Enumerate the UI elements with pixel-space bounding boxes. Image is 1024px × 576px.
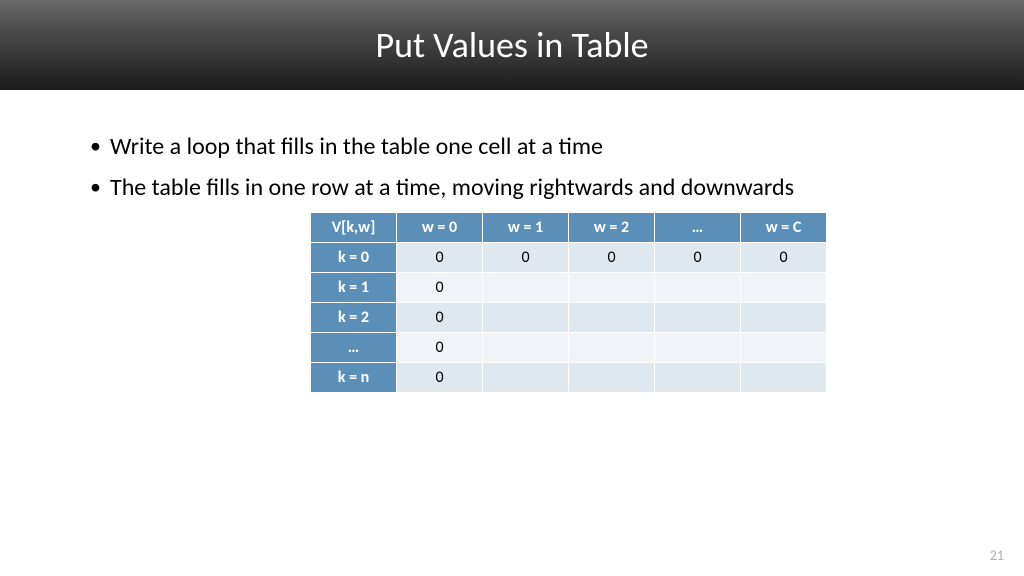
table-header-cell: w = 1 bbox=[483, 212, 569, 242]
table-cell: 0 bbox=[397, 272, 483, 302]
table-row: k = n 0 bbox=[311, 362, 827, 392]
slide-header: Put Values in Table bbox=[0, 0, 1024, 90]
table-cell: 0 bbox=[397, 362, 483, 392]
table-cell bbox=[483, 362, 569, 392]
table-cell bbox=[569, 332, 655, 362]
table-cell: 0 bbox=[655, 242, 741, 272]
table-cell bbox=[483, 302, 569, 332]
table-header-cell: w = 0 bbox=[397, 212, 483, 242]
table-row-header: k = 2 bbox=[311, 302, 397, 332]
table-cell bbox=[483, 272, 569, 302]
table-cell: 0 bbox=[569, 242, 655, 272]
table-row: k = 1 0 bbox=[311, 272, 827, 302]
table-cell bbox=[569, 362, 655, 392]
table-cell: 0 bbox=[397, 242, 483, 272]
table-cell: 0 bbox=[397, 302, 483, 332]
bullet-item: Write a loop that fills in the table one… bbox=[90, 130, 964, 165]
table-cell bbox=[655, 272, 741, 302]
table-cell: 0 bbox=[483, 242, 569, 272]
table-row-header: k = n bbox=[311, 362, 397, 392]
table-cell bbox=[741, 332, 827, 362]
table-cell bbox=[569, 302, 655, 332]
table-row-header: … bbox=[311, 332, 397, 362]
table-cell: 0 bbox=[741, 242, 827, 272]
table-cell bbox=[655, 332, 741, 362]
table-row: … 0 bbox=[311, 332, 827, 362]
table-row-header: k = 0 bbox=[311, 242, 397, 272]
bullet-list: Write a loop that fills in the table one… bbox=[60, 130, 964, 206]
table-header-cell: w = C bbox=[741, 212, 827, 242]
table-cell bbox=[741, 302, 827, 332]
dp-table-wrap: V[k,w] w = 0 w = 1 w = 2 … w = C k = 0 0… bbox=[310, 212, 964, 393]
table-cell bbox=[741, 272, 827, 302]
slide-content: Write a loop that fills in the table one… bbox=[0, 90, 1024, 393]
page-number: 21 bbox=[990, 547, 1004, 564]
bullet-item: The table fills in one row at a time, mo… bbox=[90, 171, 964, 206]
table-header-cell: w = 2 bbox=[569, 212, 655, 242]
dp-table: V[k,w] w = 0 w = 1 w = 2 … w = C k = 0 0… bbox=[310, 212, 827, 393]
table-header-cell: … bbox=[655, 212, 741, 242]
slide-title: Put Values in Table bbox=[375, 23, 648, 67]
table-header-cell: V[k,w] bbox=[311, 212, 397, 242]
table-header-row: V[k,w] w = 0 w = 1 w = 2 … w = C bbox=[311, 212, 827, 242]
table-cell bbox=[741, 362, 827, 392]
table-cell bbox=[483, 332, 569, 362]
table-cell bbox=[655, 302, 741, 332]
table-row: k = 2 0 bbox=[311, 302, 827, 332]
table-cell bbox=[569, 272, 655, 302]
table-cell bbox=[655, 362, 741, 392]
table-row: k = 0 0 0 0 0 0 bbox=[311, 242, 827, 272]
table-cell: 0 bbox=[397, 332, 483, 362]
table-row-header: k = 1 bbox=[311, 272, 397, 302]
